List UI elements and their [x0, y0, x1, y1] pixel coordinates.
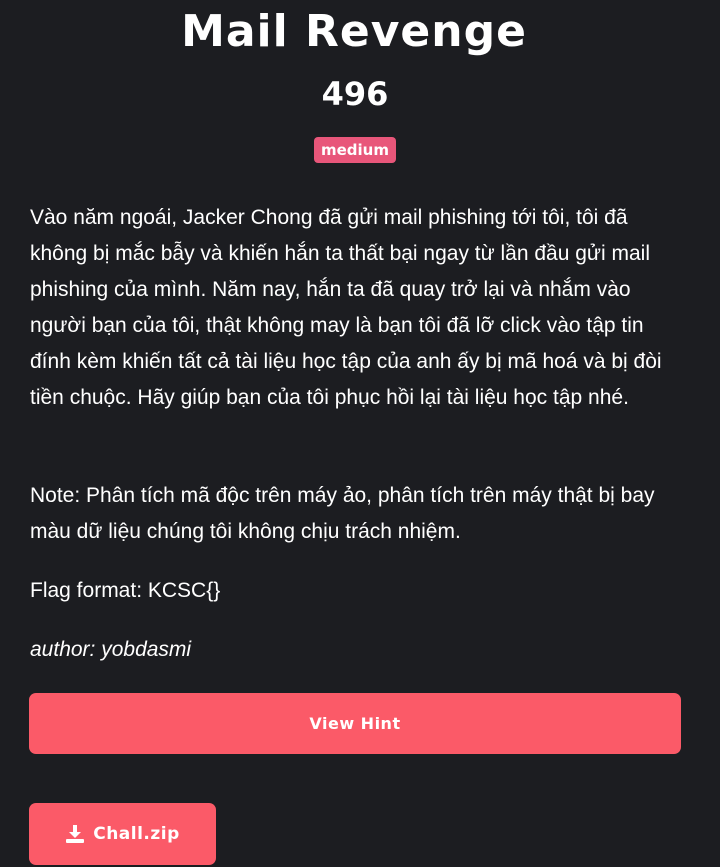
view-hint-button[interactable]: View Hint — [29, 693, 681, 754]
difficulty-badge: medium — [314, 137, 396, 163]
description-text: Vào năm ngoái, Jacker Chong đã gửi mail … — [30, 206, 662, 409]
flag-format: Flag format: KCSC{} — [30, 579, 221, 602]
challenge-title: Mail Revenge — [181, 6, 527, 57]
description-note: Note: Phân tích mã độc trên máy ảo, phân… — [30, 484, 655, 543]
download-challenge-button[interactable]: Chall.zip — [29, 803, 216, 865]
download-icon — [65, 824, 85, 844]
author-line: author: yobdasmi — [30, 638, 192, 661]
challenge-points: 496 — [321, 75, 389, 113]
download-label: Chall.zip — [93, 824, 180, 844]
